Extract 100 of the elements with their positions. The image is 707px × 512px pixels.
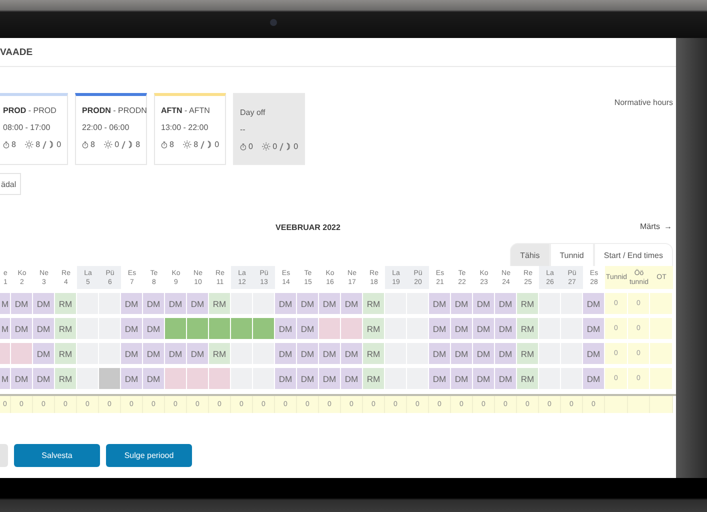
schedule-cell[interactable]: DM: [451, 368, 472, 389]
schedule-cell[interactable]: [209, 318, 230, 339]
schedule-cell[interactable]: DM: [275, 343, 296, 364]
schedule-cell[interactable]: RM: [209, 293, 230, 314]
schedule-cell[interactable]: DM: [275, 318, 296, 339]
schedule-cell[interactable]: RM: [363, 343, 384, 364]
schedule-cell[interactable]: DM: [495, 318, 516, 339]
schedule-cell[interactable]: DM: [121, 293, 142, 314]
schedule-cell[interactable]: DM: [583, 343, 604, 364]
schedule-cell[interactable]: [209, 368, 230, 389]
schedule-cell[interactable]: RM: [55, 343, 76, 364]
view-tab[interactable]: Tähis: [510, 243, 550, 266]
schedule-cell[interactable]: DM: [429, 343, 450, 364]
view-tab[interactable]: Start / End times: [594, 243, 673, 266]
schedule-cell[interactable]: DM: [583, 368, 604, 389]
schedule-cell[interactable]: DM: [583, 318, 604, 339]
schedule-cell[interactable]: [99, 368, 120, 389]
schedule-cell[interactable]: DM: [33, 343, 54, 364]
schedule-cell[interactable]: DM: [143, 343, 164, 364]
schedule-cell[interactable]: DM: [165, 293, 186, 314]
schedule-cell[interactable]: [99, 293, 120, 314]
schedule-cell[interactable]: DM: [473, 293, 494, 314]
schedule-cell[interactable]: DM: [275, 368, 296, 389]
schedule-cell[interactable]: [385, 343, 406, 364]
schedule-cell[interactable]: DM: [429, 318, 450, 339]
schedule-cell[interactable]: DM: [341, 368, 362, 389]
schedule-cell[interactable]: [561, 318, 582, 339]
schedule-cell[interactable]: DM: [11, 368, 32, 389]
schedule-cell[interactable]: [407, 368, 428, 389]
schedule-cell[interactable]: M: [0, 293, 10, 314]
schedule-cell[interactable]: [539, 343, 560, 364]
schedule-cell[interactable]: DM: [187, 343, 208, 364]
schedule-cell[interactable]: [385, 318, 406, 339]
schedule-cell[interactable]: RM: [55, 318, 76, 339]
schedule-cell[interactable]: [561, 368, 582, 389]
schedule-cell[interactable]: DM: [341, 343, 362, 364]
schedule-cell[interactable]: DM: [11, 293, 32, 314]
schedule-cell[interactable]: [77, 293, 98, 314]
action-button[interactable]: Sulge periood: [106, 444, 192, 467]
schedule-cell[interactable]: DM: [143, 293, 164, 314]
shift-card[interactable]: PRODN - PRODN 22:00 - 06:00 8 0 8: [75, 93, 147, 165]
schedule-cell[interactable]: [187, 368, 208, 389]
schedule-cell[interactable]: DM: [473, 343, 494, 364]
schedule-cell[interactable]: [539, 318, 560, 339]
schedule-cell[interactable]: RM: [363, 368, 384, 389]
schedule-cell[interactable]: RM: [363, 293, 384, 314]
schedule-cell[interactable]: [253, 343, 274, 364]
schedule-cell[interactable]: [407, 293, 428, 314]
schedule-cell[interactable]: DM: [341, 293, 362, 314]
schedule-cell[interactable]: DM: [319, 368, 340, 389]
schedule-cell[interactable]: DM: [451, 343, 472, 364]
schedule-cell[interactable]: DM: [143, 318, 164, 339]
schedule-cell[interactable]: M: [0, 318, 10, 339]
schedule-cell[interactable]: [253, 318, 274, 339]
schedule-cell[interactable]: DM: [33, 368, 54, 389]
schedule-cell[interactable]: [165, 318, 186, 339]
schedule-cell[interactable]: [385, 293, 406, 314]
schedule-cell[interactable]: [319, 318, 340, 339]
schedule-cell[interactable]: DM: [319, 293, 340, 314]
schedule-cell[interactable]: DM: [143, 368, 164, 389]
schedule-cell[interactable]: [77, 343, 98, 364]
schedule-cell[interactable]: [231, 343, 252, 364]
schedule-cell[interactable]: DM: [187, 293, 208, 314]
schedule-cell[interactable]: DM: [121, 343, 142, 364]
schedule-cell[interactable]: RM: [517, 293, 538, 314]
schedule-cell[interactable]: DM: [473, 368, 494, 389]
schedule-cell[interactable]: RM: [517, 343, 538, 364]
schedule-cell[interactable]: [99, 318, 120, 339]
schedule-cell[interactable]: [231, 293, 252, 314]
schedule-cell[interactable]: DM: [495, 343, 516, 364]
schedule-cell[interactable]: [187, 318, 208, 339]
schedule-cell[interactable]: DM: [275, 293, 296, 314]
shift-card[interactable]: AFTN - AFTN 13:00 - 22:00 8 8 0: [154, 93, 226, 165]
schedule-cell[interactable]: RM: [517, 368, 538, 389]
schedule-cell[interactable]: [11, 343, 32, 364]
schedule-cell[interactable]: DM: [297, 318, 318, 339]
schedule-cell[interactable]: [231, 318, 252, 339]
schedule-cell[interactable]: [407, 343, 428, 364]
schedule-cell[interactable]: [231, 368, 252, 389]
schedule-cell[interactable]: DM: [165, 343, 186, 364]
schedule-cell[interactable]: RM: [55, 368, 76, 389]
schedule-cell[interactable]: [0, 343, 10, 364]
schedule-cell[interactable]: [539, 368, 560, 389]
schedule-cell[interactable]: M: [0, 368, 10, 389]
schedule-cell[interactable]: DM: [121, 368, 142, 389]
schedule-cell[interactable]: [539, 293, 560, 314]
schedule-cell[interactable]: DM: [11, 318, 32, 339]
schedule-cell[interactable]: DM: [429, 368, 450, 389]
schedule-cell[interactable]: [561, 343, 582, 364]
schedule-cell[interactable]: DM: [451, 318, 472, 339]
week-button[interactable]: ädal: [0, 173, 22, 195]
schedule-cell[interactable]: DM: [297, 293, 318, 314]
schedule-cell[interactable]: DM: [33, 293, 54, 314]
schedule-cell[interactable]: DM: [583, 293, 604, 314]
schedule-cell[interactable]: [561, 293, 582, 314]
schedule-cell[interactable]: [77, 318, 98, 339]
action-button[interactable]: Salvesta: [14, 444, 100, 467]
schedule-cell[interactable]: [385, 368, 406, 389]
schedule-cell[interactable]: [253, 293, 274, 314]
shift-card[interactable]: PROD - PROD 08:00 - 17:00 8 8 0: [0, 93, 68, 165]
